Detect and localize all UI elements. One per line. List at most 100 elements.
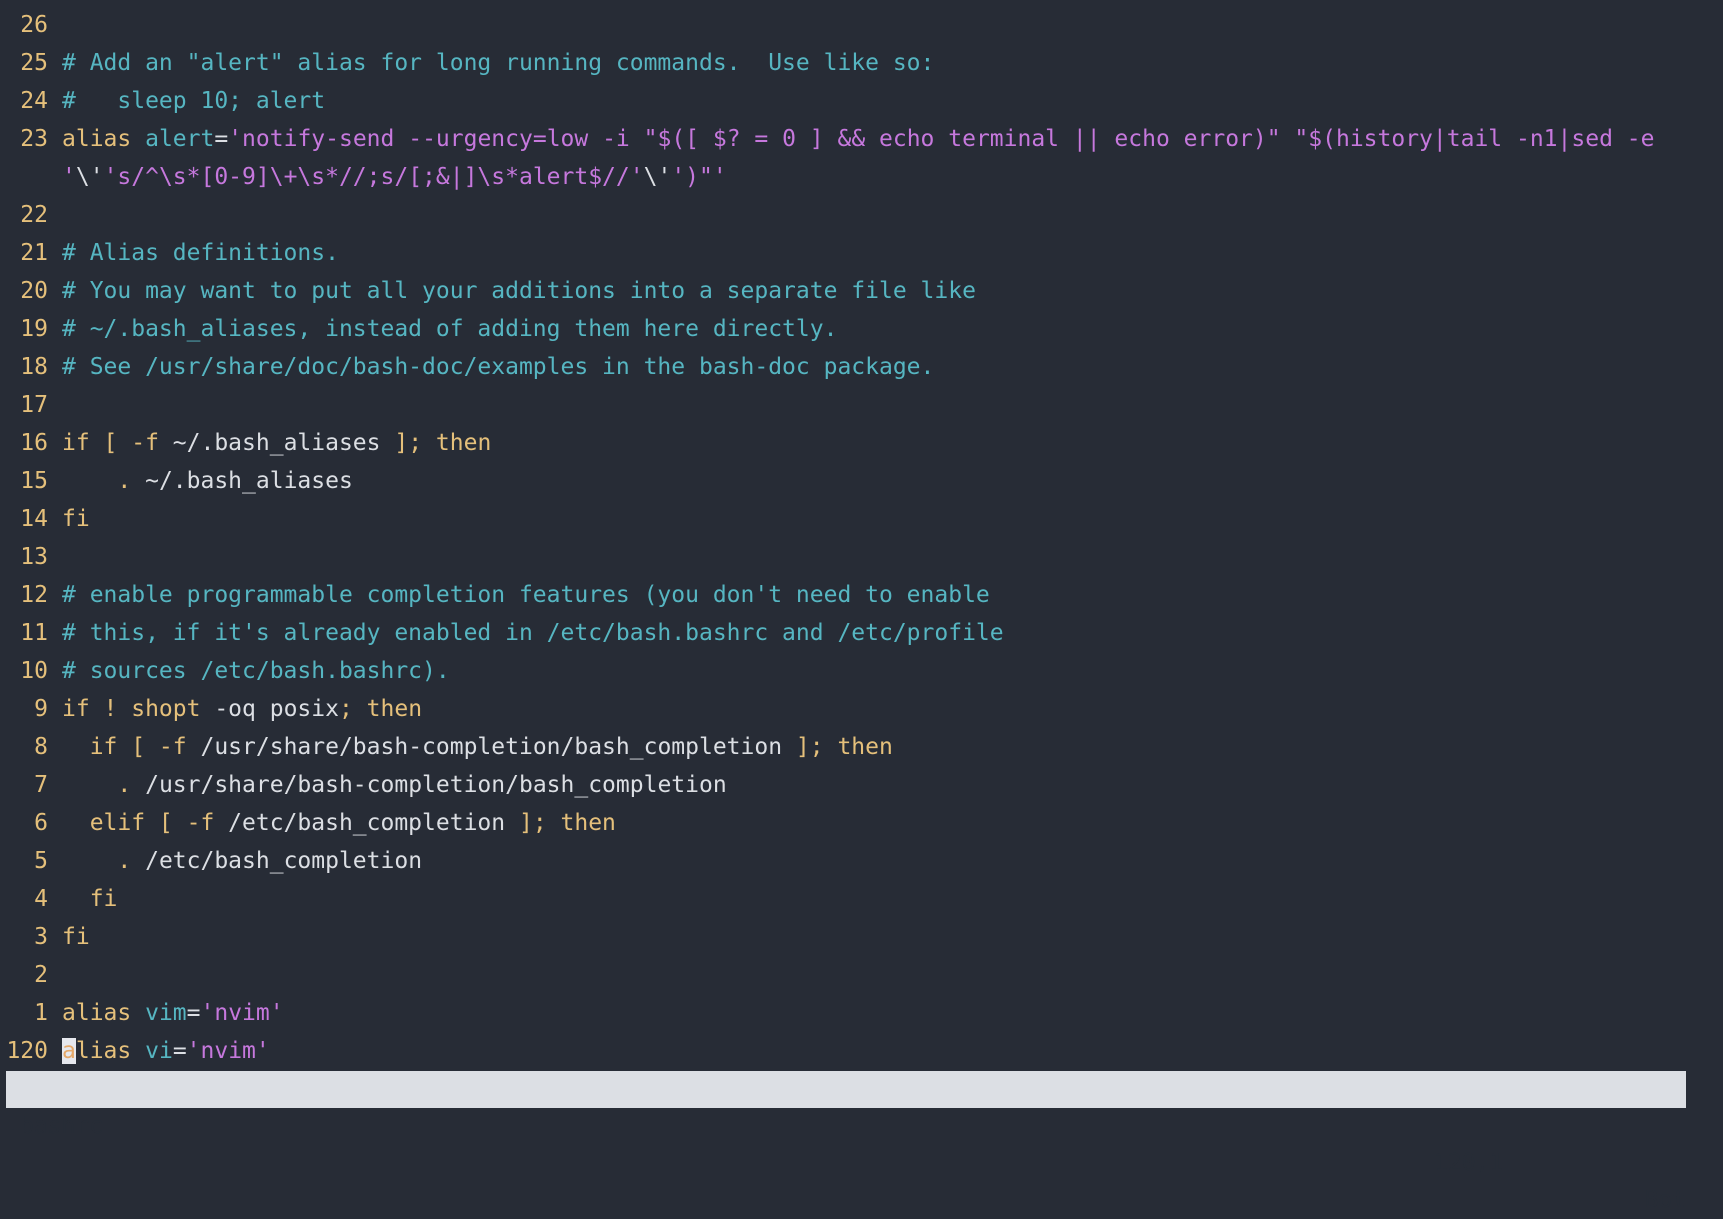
code-token: ]; then [795, 734, 893, 760]
wrapped-line[interactable]: '\''s/^\s*[0-9]\+\s*//;s/[;&|]\s*alert$/… [0, 158, 1723, 196]
code-token: = [214, 126, 229, 152]
code-token: # See /usr/share/doc/bash-doc/examples i… [62, 354, 935, 380]
line-text[interactable]: . /etc/bash_completion [62, 842, 1723, 880]
code-line[interactable]: 8 if [ -f /usr/share/bash-completion/bas… [0, 728, 1723, 766]
code-line[interactable]: 21 # Alias definitions. [0, 234, 1723, 272]
line-number: 16 [20, 430, 48, 456]
line-text[interactable]: fi [62, 500, 1723, 538]
line-text[interactable]: fi [62, 918, 1723, 956]
line-number: 3 [34, 924, 48, 950]
code-token: if ! shopt [62, 696, 215, 722]
status-scroll-position: Bot [1644, 1187, 1686, 1213]
code-line[interactable]: 23 alias alert='notify-send --urgency=low… [0, 120, 1723, 158]
line-text[interactable]: # sources /etc/bash.bashrc). [62, 652, 1723, 690]
code-token: # You may want to put all your additions… [62, 278, 976, 304]
code-line[interactable]: 4 fi [0, 880, 1723, 918]
line-number: 4 [34, 886, 48, 912]
line-text[interactable]: elif [ -f /etc/bash_completion ]; then [62, 804, 1723, 842]
line-number: 8 [34, 734, 48, 760]
line-number: 120 [6, 1038, 48, 1064]
line-number: 2 [34, 962, 48, 988]
line-number: 25 [20, 50, 48, 76]
line-text[interactable]: if [ -f ~/.bash_aliases ]; then [62, 424, 1723, 462]
code-line[interactable]: 25 # Add an "alert" alias for long runnin… [0, 44, 1723, 82]
code-token: /usr/share/bash-completion/bash_completi… [145, 772, 727, 798]
code-line[interactable]: 24 # sleep 10; alert [0, 82, 1723, 120]
code-line[interactable]: 6 elif [ -f /etc/bash_completion ]; then [0, 804, 1723, 842]
code-token: /usr/share/bash-completion/bash_completi… [200, 734, 796, 760]
line-text[interactable]: if ! shopt -oq posix; then [62, 690, 1723, 728]
code-token: # Add an "alert" alias for long running … [62, 50, 935, 76]
code-token: ' [62, 164, 76, 190]
line-number: 18 [20, 354, 48, 380]
line-text[interactable]: '\''s/^\s*[0-9]\+\s*//;s/[;&|]\s*alert$/… [62, 158, 1723, 196]
code-line[interactable]: 10 # sources /etc/bash.bashrc). [0, 652, 1723, 690]
code-token: # sleep 10; alert [62, 88, 326, 114]
code-token: alias [62, 1000, 146, 1026]
line-number: 7 [34, 772, 48, 798]
editor-buffer[interactable]: 26 25 # Add an "alert" alias for long runn… [0, 6, 1723, 1070]
code-line[interactable]: 20 # You may want to put all your additio… [0, 272, 1723, 310]
code-token: 'nvim' [200, 1000, 284, 1026]
line-text[interactable]: # this, if it's already enabled in /etc/… [62, 614, 1723, 652]
line-number: 9 [34, 696, 48, 722]
code-line[interactable]: 26 [0, 6, 1723, 44]
code-token: ~/.bash_aliases [145, 468, 353, 494]
line-number: 10 [20, 658, 48, 684]
code-token: vim [145, 1000, 187, 1026]
code-line[interactable]: 3 fi [0, 918, 1723, 956]
line-text[interactable]: # ~/.bash_aliases, instead of adding the… [62, 310, 1723, 348]
code-line[interactable]: 18 # See /usr/share/doc/bash-doc/examples… [0, 348, 1723, 386]
code-line[interactable]: 15 . ~/.bash_aliases [0, 462, 1723, 500]
code-token: # enable programmable completion feature… [62, 582, 990, 608]
code-token: alert [145, 126, 215, 152]
line-text[interactable]: alias vi='nvim' [62, 1032, 1723, 1070]
code-token: . [62, 772, 146, 798]
code-token: -oq posix [214, 696, 339, 722]
code-token: = [186, 1000, 201, 1026]
code-token: . [62, 468, 146, 494]
line-number: 17 [20, 392, 48, 418]
line-text[interactable]: # enable programmable completion feature… [62, 576, 1723, 614]
code-token: 's/^\s*[0-9]\+\s*//;s/[;&|]\s*alert$//' [103, 164, 644, 190]
line-text[interactable]: # You may want to put all your additions… [62, 272, 1723, 310]
line-text[interactable]: # Alias definitions. [62, 234, 1723, 272]
line-text[interactable]: # sleep 10; alert [62, 82, 1723, 120]
code-token: \' [75, 164, 104, 190]
code-line[interactable]: 5 . /etc/bash_completion [0, 842, 1723, 880]
code-line[interactable]: 14 fi [0, 500, 1723, 538]
code-token: [ -f [103, 430, 173, 456]
code-token: fi [62, 506, 90, 532]
code-line[interactable]: 11 # this, if it's already enabled in /et… [0, 614, 1723, 652]
line-number: 15 [20, 468, 48, 494]
line-text[interactable]: fi [62, 880, 1723, 918]
code-line[interactable]: 16 if [ -f ~/.bash_aliases ]; then [0, 424, 1723, 462]
line-text[interactable]: # Add an "alert" alias for long running … [62, 44, 1723, 82]
code-line[interactable]: 22 [0, 196, 1723, 234]
code-line[interactable]: 1 alias vim='nvim' [0, 994, 1723, 1032]
code-line[interactable]: 12 # enable programmable completion featu… [0, 576, 1723, 614]
line-text[interactable]: alias vim='nvim' [62, 994, 1723, 1032]
line-text[interactable]: if [ -f /usr/share/bash-completion/bash_… [62, 728, 1723, 766]
code-token: fi [62, 924, 90, 950]
line-text[interactable]: . ~/.bash_aliases [62, 462, 1723, 500]
code-token: ]; then [394, 430, 492, 456]
code-line[interactable]: 7 . /usr/share/bash-completion/bash_comp… [0, 766, 1723, 804]
code-line[interactable]: 19 # ~/.bash_aliases, instead of adding t… [0, 310, 1723, 348]
line-text[interactable]: alias alert='notify-send --urgency=low -… [62, 120, 1723, 158]
code-token: # Alias definitions. [62, 240, 339, 266]
line-number: 24 [20, 88, 48, 114]
code-token: ; then [338, 696, 423, 722]
line-text[interactable]: . /usr/share/bash-completion/bash_comple… [62, 766, 1723, 804]
current-line[interactable]: 120 alias vi='nvim' [0, 1032, 1723, 1070]
line-text[interactable]: # See /usr/share/doc/bash-doc/examples i… [62, 348, 1723, 386]
code-token: /etc/bash_completion [228, 810, 519, 836]
code-line[interactable]: 9 if ! shopt -oq posix; then [0, 690, 1723, 728]
code-line[interactable]: 17 [0, 386, 1723, 424]
code-token: if [62, 430, 104, 456]
status-cursor-position: 120,1 [1434, 1150, 1504, 1176]
code-token: vi [145, 1038, 173, 1064]
code-line[interactable]: 2 [0, 956, 1723, 994]
code-line[interactable]: 13 [0, 538, 1723, 576]
line-number: 1 [34, 1000, 48, 1026]
